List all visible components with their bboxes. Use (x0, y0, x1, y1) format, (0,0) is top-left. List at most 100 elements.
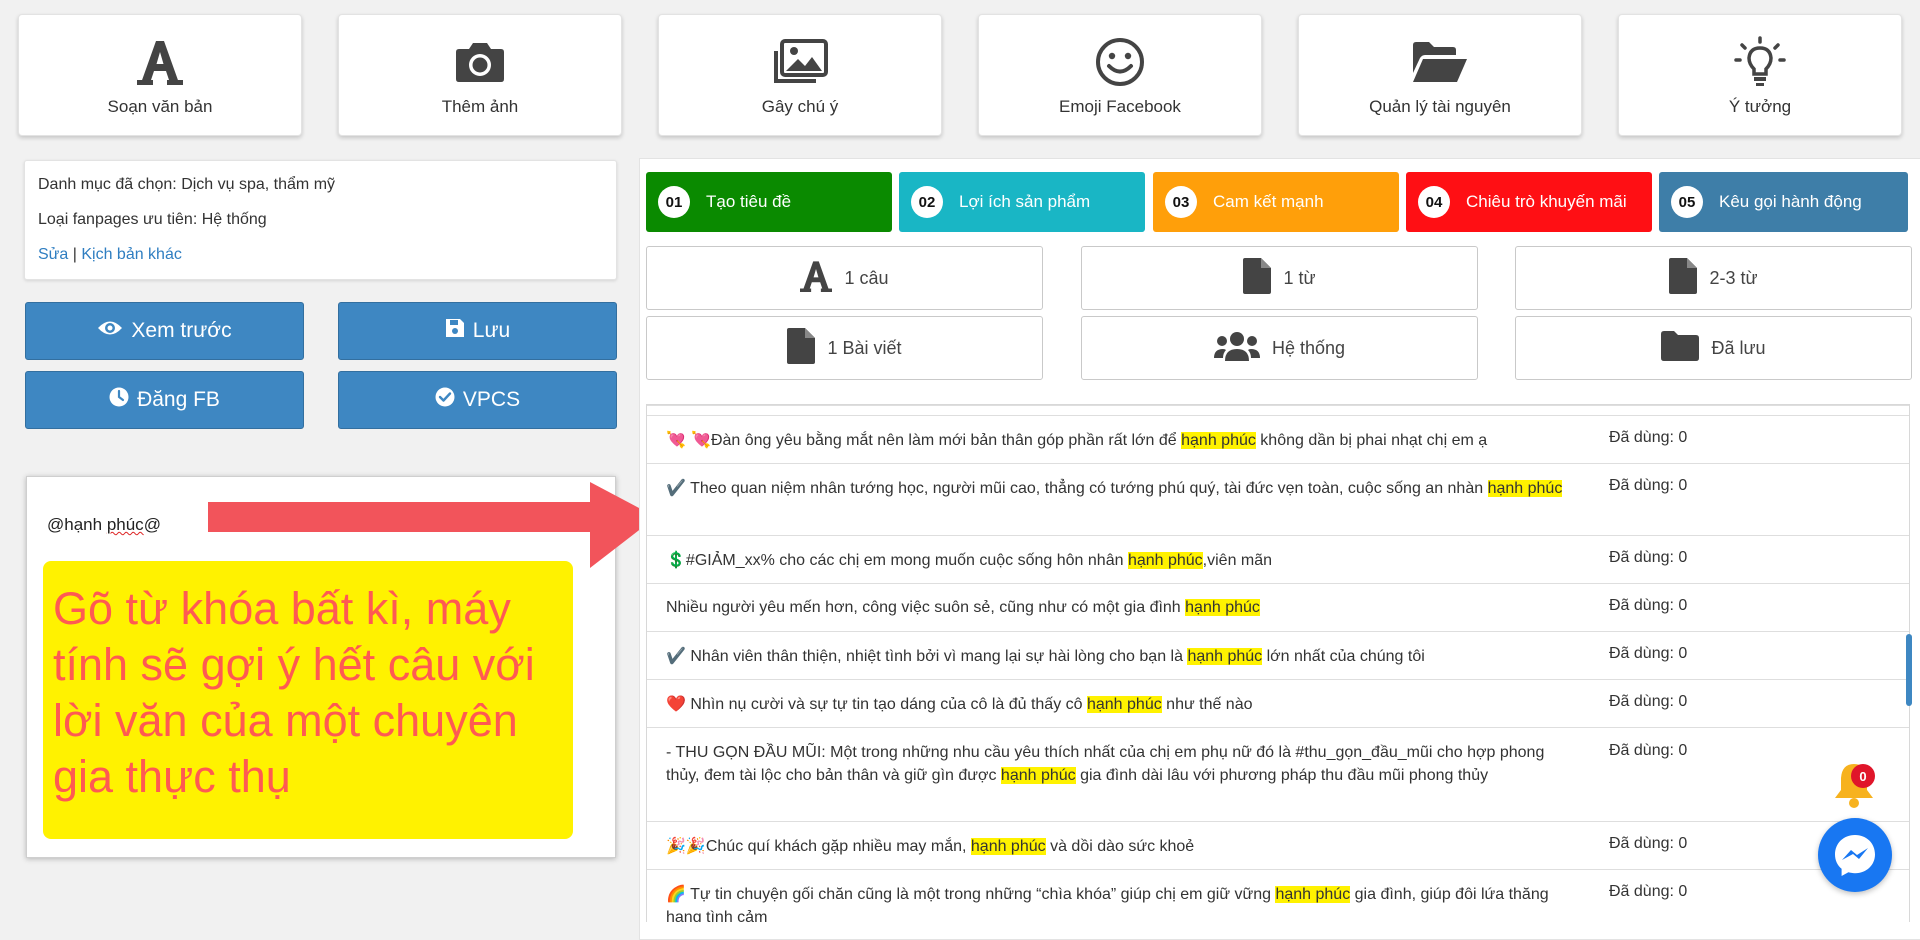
toolbar-resource-manager[interactable]: Quản lý tài nguyên (1298, 14, 1582, 136)
suggestion-text: 💘 💘Đàn ông yêu bằng mắt nên làm mới bản … (666, 428, 1576, 452)
list-item[interactable]: 💲#GIẢM_xx% cho các chị em mong muốn cuộc… (647, 535, 1909, 584)
edit-link[interactable]: Sửa (38, 246, 68, 263)
usage-count: Đã dùng: 0 (1609, 835, 1688, 852)
editor-text-suffix: @ (143, 515, 161, 534)
text-pre: Theo quan niệm nhân tướng học, người mũi… (685, 480, 1488, 497)
folder-open-icon (1299, 37, 1581, 87)
step-tab-4[interactable]: 04 Chiêu trò khuyến mãi (1406, 172, 1652, 232)
editor-content[interactable]: @hạnh phúc@ (47, 515, 161, 535)
selected-category: Danh mục đã chọn: Dịch vụ spa, thẩm mỹ (38, 176, 336, 193)
step-number: 03 (1165, 186, 1197, 218)
file-icon (1669, 257, 1698, 299)
step-label: Cam kết mạnh (1213, 192, 1324, 211)
usage-count: Đã dùng: 0 (1609, 742, 1688, 759)
toolbar-compose[interactable]: Soạn văn bản (18, 14, 302, 136)
filter-label: 1 Bài viết (827, 337, 902, 358)
keyword-highlight: hạnh phúc (1181, 432, 1256, 449)
toolbar-emoji-facebook-label: Emoji Facebook (1059, 97, 1181, 116)
text-pre: Tự tin chuyện gối chăn cũng là một trong… (685, 886, 1276, 903)
row-emoji: ✔️ (666, 478, 686, 497)
font-icon (800, 258, 833, 299)
row-emoji: 💘 💘 (666, 430, 711, 449)
messenger-icon (1835, 835, 1875, 876)
suggestion-text: ✔️ Theo quan niệm nhân tướng học, người … (666, 476, 1576, 500)
text-post: như thế nào (1161, 696, 1253, 713)
suggestion-text: 💲#GIẢM_xx% cho các chị em mong muốn cuộc… (666, 548, 1576, 572)
list-item[interactable]: ❤️ Nhìn nụ cười và sự tự tin tạo dáng củ… (647, 679, 1909, 728)
text-pre: Chúc quí khách gặp nhiều may mắn, (705, 838, 971, 855)
eye-icon (97, 319, 123, 343)
filter-two-three-words[interactable]: 2-3 từ (1515, 246, 1912, 310)
editor-text-prefix: @hạnh (47, 515, 107, 534)
list-scrollbar[interactable] (1906, 634, 1912, 706)
smile-icon (979, 37, 1261, 87)
link-separator: | (72, 246, 77, 263)
list-item[interactable]: ✔️ Theo quan niệm nhân tướng học, người … (647, 463, 1909, 536)
list-item[interactable]: - THU GỌN ĐẦU MŨI: Một trong những nhu c… (647, 727, 1909, 822)
lightbulb-icon (1619, 36, 1901, 87)
list-item[interactable]: 🎉🎉Chúc quí khách gặp nhiều may mắn, hạnh… (647, 821, 1909, 870)
suggestion-text: ✔️ Nhân viên thân thiện, nhiệt tình bởi … (666, 644, 1576, 668)
text-pre: Nhìn nụ cười và sự tự tin tạo dáng của c… (685, 696, 1087, 713)
filter-one-article[interactable]: 1 Bài viết (646, 316, 1043, 380)
keyword-highlight: hạnh phúc (1127, 552, 1203, 569)
list-item[interactable]: 🌈 Tự tin chuyện gối chăn cũng là một tro… (647, 869, 1909, 922)
usage-count: Đã dùng: 0 (1609, 429, 1688, 446)
instruction-callout: Gõ từ khóa bất kì, máy tính sẽ gợi ý hết… (43, 561, 573, 839)
toolbar-compose-label: Soạn văn bản (107, 97, 213, 116)
list-item[interactable]: ✔️ Nhân viên thân thiện, nhiệt tình bởi … (647, 631, 1909, 680)
step-label: Chiêu trò khuyến mãi (1466, 192, 1627, 211)
save-button-label: Lưu (472, 319, 511, 342)
post-fb-button[interactable]: Đăng FB (25, 371, 304, 429)
usage-count: Đã dùng: 0 (1609, 597, 1688, 614)
toolbar-attention[interactable]: Gây chú ý (658, 14, 942, 136)
other-script-link[interactable]: Kịch bản khác (81, 246, 182, 263)
keyword-highlight: hạnh phúc (1275, 886, 1351, 903)
keyword-highlight: hạnh phúc (1185, 599, 1260, 616)
selection-info-panel: Danh mục đã chọn: Dịch vụ spa, thẩm mỹ L… (24, 160, 617, 280)
toolbar-emoji-facebook[interactable]: Emoji Facebook (978, 14, 1262, 136)
keyword-highlight: hạnh phúc (1487, 480, 1563, 497)
clock-icon (109, 387, 129, 413)
post-fb-button-label: Đăng FB (137, 388, 220, 411)
list-item[interactable]: Nhiều người yêu mến hơn, công việc suôn … (647, 583, 1909, 632)
check-circle-icon (435, 387, 455, 413)
suggestion-text: ❤️ Nhìn nụ cười và sự tự tin tạo dáng củ… (666, 692, 1576, 716)
file-icon (787, 327, 816, 369)
images-icon (659, 37, 941, 87)
filter-label: Đã lưu (1711, 337, 1766, 358)
floppy-icon (445, 318, 465, 344)
filter-one-sentence[interactable]: 1 câu (646, 246, 1043, 310)
usage-count: Đã dùng: 0 (1609, 477, 1688, 494)
preview-button-label: Xem trước (131, 319, 232, 342)
messenger-chat-button[interactable] (1818, 818, 1892, 892)
filter-saved[interactable]: Đã lưu (1515, 316, 1912, 380)
filter-label: 1 từ (1283, 267, 1316, 288)
step-number: 01 (658, 186, 690, 218)
toolbar-ideas[interactable]: Ý tưởng (1618, 14, 1902, 136)
step-tab-2[interactable]: 02 Lợi ích sản phẩm (899, 172, 1145, 232)
notification-badge: 0 (1851, 764, 1875, 788)
filter-one-word[interactable]: 1 từ (1081, 246, 1478, 310)
suggestion-text: - THU GỌN ĐẦU MŨI: Một trong những nhu c… (666, 741, 1576, 787)
suggestion-text: 🌈 Tự tin chuyện gối chăn cũng là một tro… (666, 882, 1576, 922)
file-icon (1243, 257, 1272, 299)
save-button[interactable]: Lưu (338, 302, 617, 360)
preview-button[interactable]: Xem trước (25, 302, 304, 360)
text-pre: #GIẢM_xx% cho các chị em mong muốn cuộc … (685, 552, 1128, 569)
vpcs-button[interactable]: VPCS (338, 371, 617, 429)
usage-count: Đã dùng: 0 (1609, 693, 1688, 710)
toolbar-add-image-label: Thêm ảnh (441, 97, 519, 116)
toolbar-add-image[interactable]: Thêm ảnh (338, 14, 622, 136)
list-item[interactable]: 💘 💘Đàn ông yêu bằng mắt nên làm mới bản … (647, 415, 1909, 464)
step-label: Kêu gọi hành động (1719, 192, 1862, 211)
step-tab-3[interactable]: 03 Cam kết mạnh (1153, 172, 1399, 232)
folder-icon (1661, 330, 1700, 366)
step-tab-5[interactable]: 05 Kêu gọi hành động (1659, 172, 1908, 232)
suggestion-text: 🎉🎉Chúc quí khách gặp nhiều may mắn, hạnh… (666, 834, 1576, 858)
step-number: 05 (1671, 186, 1703, 218)
vpcs-button-label: VPCS (462, 388, 521, 411)
step-tab-1[interactable]: 01 Tạo tiêu đề (646, 172, 892, 232)
text-post: không dần bị phai nhạt chị em ạ (1255, 432, 1488, 449)
filter-system[interactable]: Hệ thống (1081, 316, 1478, 380)
